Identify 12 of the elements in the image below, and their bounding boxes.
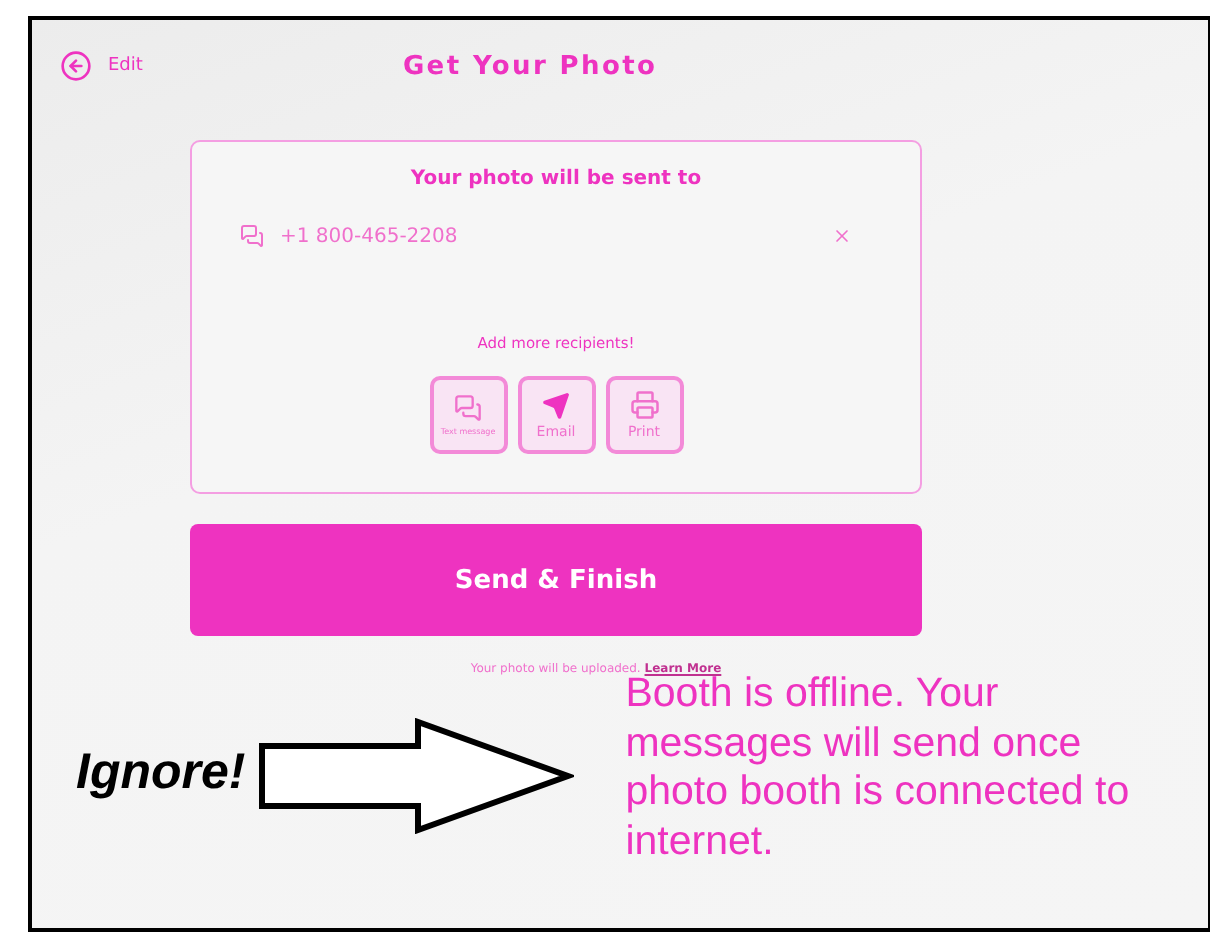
- chat-bubbles-icon: [240, 224, 264, 248]
- paper-plane-icon: [542, 391, 570, 419]
- recipient-phone: +1 800-465-2208: [280, 225, 460, 247]
- page-title: Get Your Photo: [402, 51, 658, 81]
- edit-back-button[interactable]: Edit: [60, 50, 143, 82]
- close-button[interactable]: [832, 226, 852, 246]
- ignore-label: Ignore!: [76, 744, 246, 802]
- send-finish-button[interactable]: Send & Finish: [190, 524, 922, 636]
- offline-message: Booth is offline. Your messages will send once photo booth is connected to internet.: [625, 670, 1132, 866]
- printer-icon: [629, 390, 659, 420]
- chat-bubbles-icon: [454, 394, 482, 422]
- card-heading: Your photo will be sent to: [410, 168, 702, 190]
